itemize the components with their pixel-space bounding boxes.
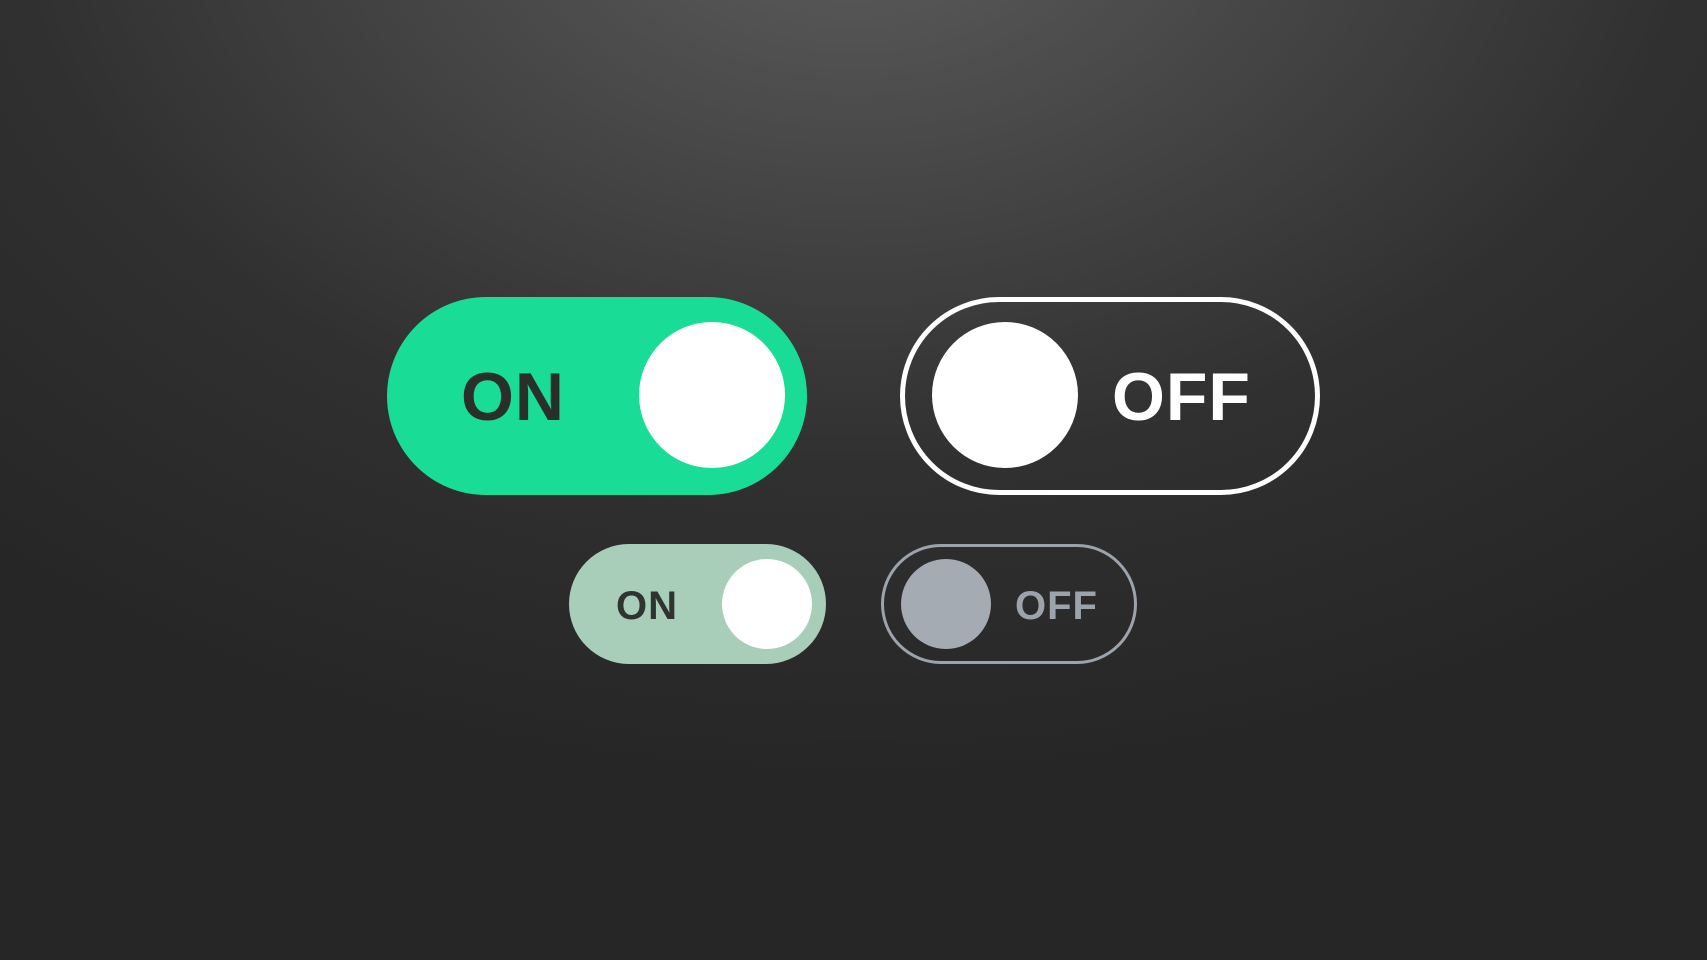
toggle-on-label: ON [616, 584, 678, 628]
small-on-toggle[interactable]: ON [569, 544, 826, 664]
toggle-on-label: ON [461, 359, 565, 435]
toggle-knob[interactable] [932, 322, 1078, 468]
small-off-toggle[interactable]: OFF [881, 544, 1137, 664]
toggle-showcase: ON OFF ON OFF [0, 0, 1707, 960]
toggle-knob[interactable] [639, 322, 785, 468]
toggle-off-label: OFF [1112, 359, 1251, 435]
toggle-off-label: OFF [1015, 584, 1098, 628]
toggle-knob[interactable] [722, 559, 812, 649]
toggle-knob[interactable] [901, 559, 991, 649]
large-off-toggle[interactable]: OFF [900, 297, 1320, 495]
large-on-toggle[interactable]: ON [387, 297, 807, 495]
